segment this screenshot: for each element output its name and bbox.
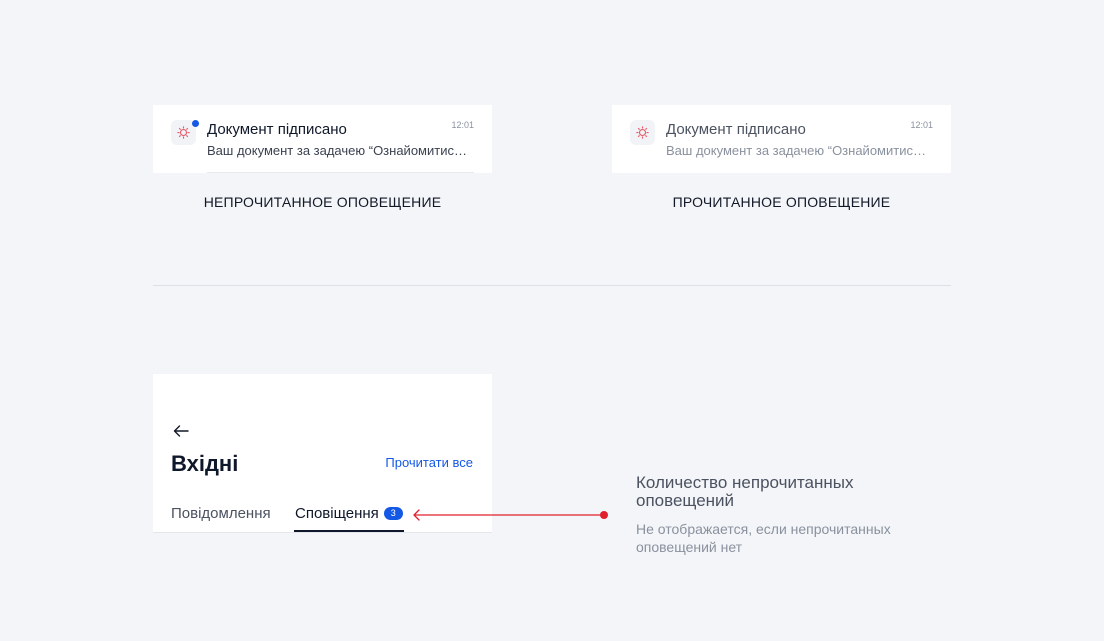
signature-seal-icon	[636, 126, 649, 139]
caption-read: ПРОЧИТАННОЕ ОПОВЕЩЕНИЕ	[672, 194, 891, 210]
section-divider	[153, 285, 951, 286]
app-icon-container	[630, 120, 655, 145]
tab-messages[interactable]: Повідомлення	[171, 505, 271, 522]
notification-time: 12:01	[910, 120, 933, 130]
caption-unread: НЕПРОЧИТАННОЕ ОПОВЕЩЕНИЕ	[203, 194, 442, 210]
notification-title: Документ підписано	[666, 121, 806, 138]
arrow-left-icon	[173, 425, 189, 437]
notification-title: Документ підписано	[207, 121, 347, 138]
notification-card-read[interactable]: Документ підписано Ваш документ за задач…	[612, 105, 951, 173]
annotation-subtitle: Не отображается, если непрочитанных опов…	[636, 521, 891, 555]
back-button[interactable]	[171, 421, 191, 441]
notification-body: Ваш документ за задачею “Ознайомитись з …	[666, 143, 932, 158]
annotation-pointer	[413, 509, 608, 521]
tab-label: Повідомлення	[171, 505, 271, 522]
page-title: Вхідні	[171, 451, 239, 476]
unread-indicator-dot	[192, 120, 199, 127]
active-tab-indicator	[294, 530, 404, 532]
notification-time: 12:01	[451, 120, 474, 130]
card-separator	[207, 172, 474, 173]
canvas: Документ підписано Ваш документ за задач…	[0, 0, 1104, 641]
annotation-title: Количество непрочитанных оповещений	[636, 473, 854, 510]
signature-seal-icon	[177, 126, 190, 139]
read-all-link[interactable]: Прочитати все	[385, 455, 473, 470]
tab-notifications[interactable]: Сповіщення 3	[295, 505, 403, 522]
notification-body: Ваш документ за задачею “Ознайомитись з …	[207, 143, 473, 158]
tab-label: Сповіщення	[295, 505, 379, 522]
pointer-dot	[600, 511, 608, 519]
unread-count-badge: 3	[383, 507, 403, 520]
notification-card-unread[interactable]: Документ підписано Ваш документ за задач…	[153, 105, 492, 173]
